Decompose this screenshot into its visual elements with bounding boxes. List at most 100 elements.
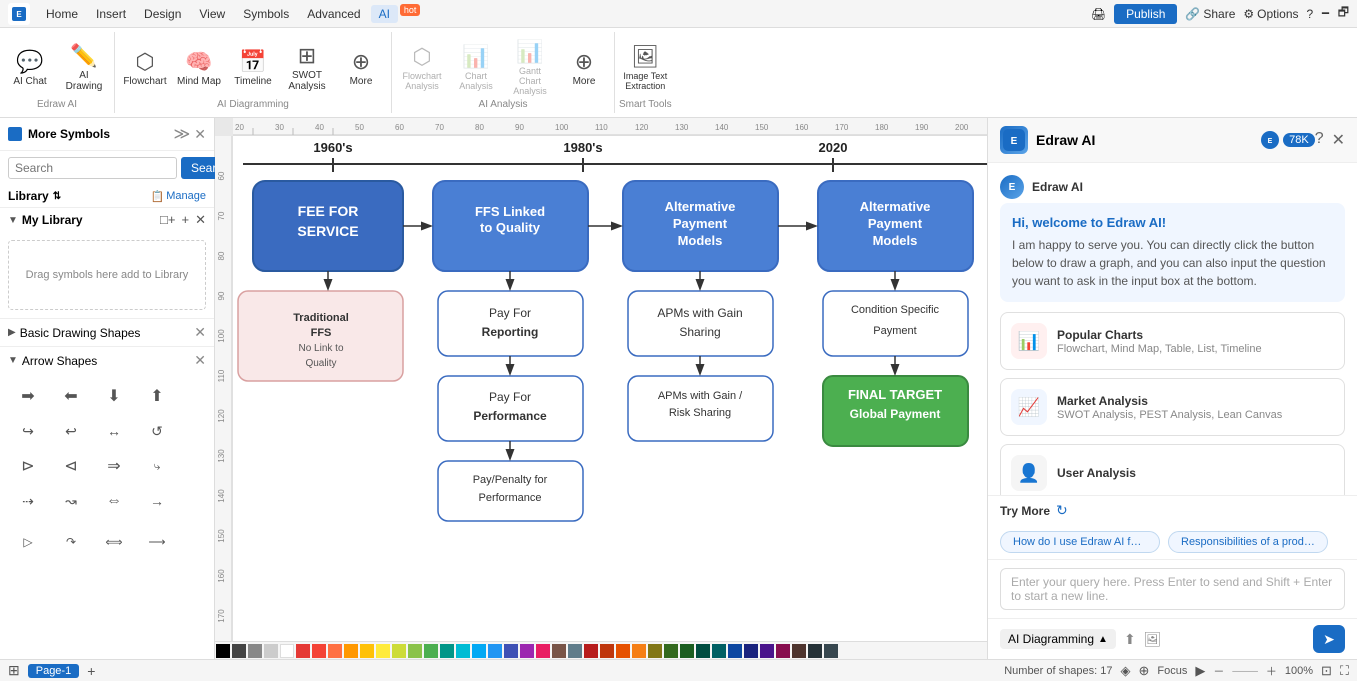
color-black[interactable]: [216, 644, 230, 658]
tool-gantt-analysis[interactable]: 📊 Gantt Chart Analysis: [504, 40, 556, 98]
panel-close-icon[interactable]: ✕: [194, 126, 206, 143]
panel-close-icon[interactable]: ✕: [1332, 130, 1345, 150]
color-blue[interactable]: [488, 644, 502, 658]
color-amber[interactable]: [360, 644, 374, 658]
color-purple2[interactable]: [760, 644, 774, 658]
color-pink2[interactable]: [776, 644, 790, 658]
focus-play-icon[interactable]: ▶: [1195, 663, 1205, 679]
color-orange[interactable]: [344, 644, 358, 658]
color-blue2[interactable]: [728, 644, 742, 658]
tool-flowchart-analysis[interactable]: ⬡ Flowchart Analysis: [396, 40, 448, 98]
help-button[interactable]: ?: [1307, 7, 1314, 21]
color-brown2[interactable]: [792, 644, 806, 658]
color-purple[interactable]: [520, 644, 534, 658]
arrow-notched[interactable]: ⊳: [8, 450, 48, 482]
color-deep-orange[interactable]: [328, 644, 342, 658]
menu-view[interactable]: View: [191, 5, 233, 23]
color-dark-orange[interactable]: [600, 644, 614, 658]
tool-flowchart[interactable]: ⬡ Flowchart: [119, 40, 171, 98]
menu-advanced[interactable]: Advanced: [299, 5, 368, 23]
zoom-minus[interactable]: －: [1213, 663, 1224, 679]
arrow-bent[interactable]: ⤷: [137, 450, 177, 482]
zoom-plus[interactable]: ＋: [1266, 663, 1277, 679]
color-blue-gray[interactable]: [568, 644, 582, 658]
color-light-gray[interactable]: [264, 644, 278, 658]
arrow-thin[interactable]: →: [137, 485, 177, 517]
arrow-up-shape[interactable]: ⬆: [137, 380, 177, 412]
arrow-left-curved[interactable]: ↩: [51, 415, 91, 447]
panel-expand-icon[interactable]: ≫: [174, 124, 191, 144]
color-pink[interactable]: [536, 644, 550, 658]
ai-option-popular-charts[interactable]: 📊 Popular Charts Flowchart, Mind Map, Ta…: [1000, 312, 1345, 370]
tool-timeline[interactable]: 📅 Timeline: [227, 40, 279, 98]
color-red[interactable]: [296, 644, 310, 658]
page-tab-active[interactable]: Page-1: [28, 664, 79, 678]
menu-insert[interactable]: Insert: [88, 5, 134, 23]
arrow-shapes-header[interactable]: ▼ Arrow Shapes ✕: [0, 347, 214, 374]
focus-label[interactable]: Focus: [1157, 665, 1187, 677]
color-dark-red[interactable]: [584, 644, 598, 658]
canvas-area[interactable]: 20 30 40 50 60 70 80 90 100 110 120 130 …: [215, 118, 987, 659]
panel-help-icon[interactable]: ?: [1315, 130, 1324, 150]
search-input[interactable]: [8, 157, 177, 179]
color-red2[interactable]: [312, 644, 326, 658]
publish-button[interactable]: Publish: [1114, 4, 1177, 24]
color-white[interactable]: [280, 644, 294, 658]
color-green3[interactable]: [680, 644, 694, 658]
color-cyan[interactable]: [456, 644, 470, 658]
color-blue-gray2[interactable]: [808, 644, 822, 658]
arrow-right-shape[interactable]: ➡: [8, 380, 48, 412]
tool-more-analysis[interactable]: ⊕ More: [558, 40, 610, 98]
color-indigo2[interactable]: [744, 644, 758, 658]
try-more-refresh-icon[interactable]: ↻: [1056, 502, 1068, 519]
arrow-dashed[interactable]: ⇢: [8, 485, 48, 517]
suggestion-2[interactable]: Responsibilities of a produc...: [1168, 531, 1328, 553]
color-green[interactable]: [424, 644, 438, 658]
ai-image-icon[interactable]: 🖼: [1144, 631, 1162, 648]
color-amber2[interactable]: [632, 644, 646, 658]
color-light-green[interactable]: [408, 644, 422, 658]
canvas-content[interactable]: 1960's 1980's 2020 FEE FOR SERVICE Tradi…: [233, 136, 987, 659]
color-brown[interactable]: [552, 644, 566, 658]
ai-option-user-analysis[interactable]: 👤 User Analysis: [1000, 444, 1345, 495]
color-indigo[interactable]: [504, 644, 518, 658]
arrow-shapes-close-icon[interactable]: ✕: [194, 352, 206, 369]
tool-ai-chat[interactable]: 💬 AI Chat: [4, 40, 56, 98]
color-dark-gray[interactable]: [232, 644, 246, 658]
manage-link[interactable]: 📋 Manage: [151, 190, 206, 203]
color-orange2[interactable]: [616, 644, 630, 658]
color-blue-gray3[interactable]: [824, 644, 838, 658]
color-cyan2[interactable]: [712, 644, 726, 658]
arrow-thick-right[interactable]: ⇒: [94, 450, 134, 482]
arrow-right-plain[interactable]: ⟶: [137, 526, 177, 558]
my-library-collapse-icon[interactable]: ▼: [8, 215, 18, 226]
tool-swot[interactable]: ⊞ SWOT Analysis: [281, 40, 333, 98]
tool-ai-drawing[interactable]: ✏️ AI Drawing: [58, 40, 110, 98]
arrow-right-curved[interactable]: ↪: [8, 415, 48, 447]
ai-input-box[interactable]: Enter your query here. Press Enter to se…: [1000, 568, 1345, 610]
share-button[interactable]: 🔗 Share: [1185, 7, 1235, 21]
ai-option-market-analysis[interactable]: 📈 Market Analysis SWOT Analysis, PEST An…: [1000, 378, 1345, 436]
arrow-down-shape[interactable]: ⬇: [94, 380, 134, 412]
zoom-percent[interactable]: 100%: [1285, 665, 1313, 677]
suggestion-1[interactable]: How do I use Edraw AI for a...: [1000, 531, 1160, 553]
arrow-wave[interactable]: ↝: [51, 485, 91, 517]
zoom-fit-icon[interactable]: ⊡: [1321, 663, 1332, 679]
menu-home[interactable]: Home: [38, 5, 86, 23]
ai-send-button[interactable]: ➤: [1313, 625, 1345, 653]
window-max-button[interactable]: 🗗: [1338, 3, 1349, 24]
status-grid-icon[interactable]: ⊞: [8, 662, 20, 679]
tool-mind-map[interactable]: 🧠 Mind Map: [173, 40, 225, 98]
arrow-double-head[interactable]: ⇔: [94, 485, 134, 517]
color-lime2[interactable]: [648, 644, 662, 658]
menu-symbols[interactable]: Symbols: [235, 5, 297, 23]
tool-more-diagramming[interactable]: ⊕ More: [335, 40, 387, 98]
arrow-notched-left[interactable]: ⊲: [51, 450, 91, 482]
menu-design[interactable]: Design: [136, 5, 189, 23]
add-library-icon[interactable]: □+: [160, 212, 175, 228]
ai-mode-select[interactable]: AI Diagramming ▲: [1000, 629, 1116, 649]
options-button[interactable]: ⚙ Options: [1243, 7, 1298, 21]
tool-image-text[interactable]: 🖼 Image Text Extraction: [619, 40, 671, 98]
page-add-button[interactable]: +: [87, 663, 95, 679]
close-library-icon[interactable]: ✕: [195, 212, 206, 228]
